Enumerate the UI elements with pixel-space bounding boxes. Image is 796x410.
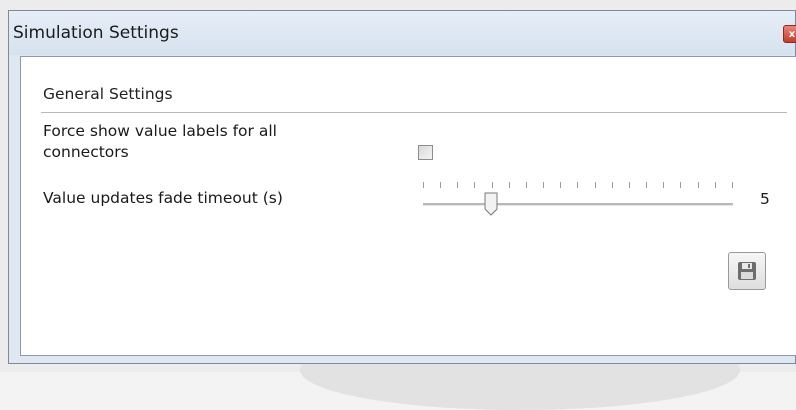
close-icon: x	[788, 29, 796, 40]
title-bar[interactable]: Simulation Settings x	[9, 11, 796, 55]
slider-tick	[731, 182, 733, 188]
fade-timeout-value: 5	[760, 190, 770, 208]
slider-tick	[594, 182, 596, 188]
slider-tick	[543, 182, 545, 188]
fade-timeout-label: Value updates fade timeout (s)	[43, 189, 283, 207]
settings-panel: General Settings Force show value labels…	[20, 56, 796, 356]
slider-tick	[491, 182, 493, 188]
slider-thumb[interactable]	[484, 192, 498, 216]
slider-tick	[611, 182, 613, 188]
slider-tick	[440, 182, 442, 188]
force-labels-label: Force show value labels for all connecto…	[43, 122, 277, 161]
slider-tick	[423, 182, 424, 188]
slider-tick	[560, 182, 562, 188]
slider-tick	[714, 182, 716, 188]
window-title: Simulation Settings	[13, 23, 179, 43]
close-button[interactable]: x	[783, 25, 796, 43]
group-header-general-settings: General Settings	[43, 85, 173, 103]
slider-tick	[663, 182, 665, 188]
slider-tick	[525, 182, 527, 188]
slider-ticks	[423, 182, 733, 190]
group-divider	[41, 112, 787, 113]
slider-tick	[474, 182, 476, 188]
fade-timeout-slider[interactable]	[423, 182, 743, 220]
slider-tick	[508, 182, 510, 188]
floppy-disk-icon	[738, 262, 756, 280]
force-labels-checkbox[interactable]	[418, 145, 433, 160]
slider-tick	[577, 182, 579, 188]
slider-tick	[697, 182, 699, 188]
slider-tick	[646, 182, 648, 188]
slider-track[interactable]	[423, 203, 733, 206]
slider-tick	[457, 182, 459, 188]
save-button[interactable]	[728, 252, 766, 290]
simulation-settings-window: Simulation Settings x General Settings F…	[8, 10, 796, 364]
slider-tick	[680, 182, 682, 188]
slider-tick	[628, 182, 630, 188]
